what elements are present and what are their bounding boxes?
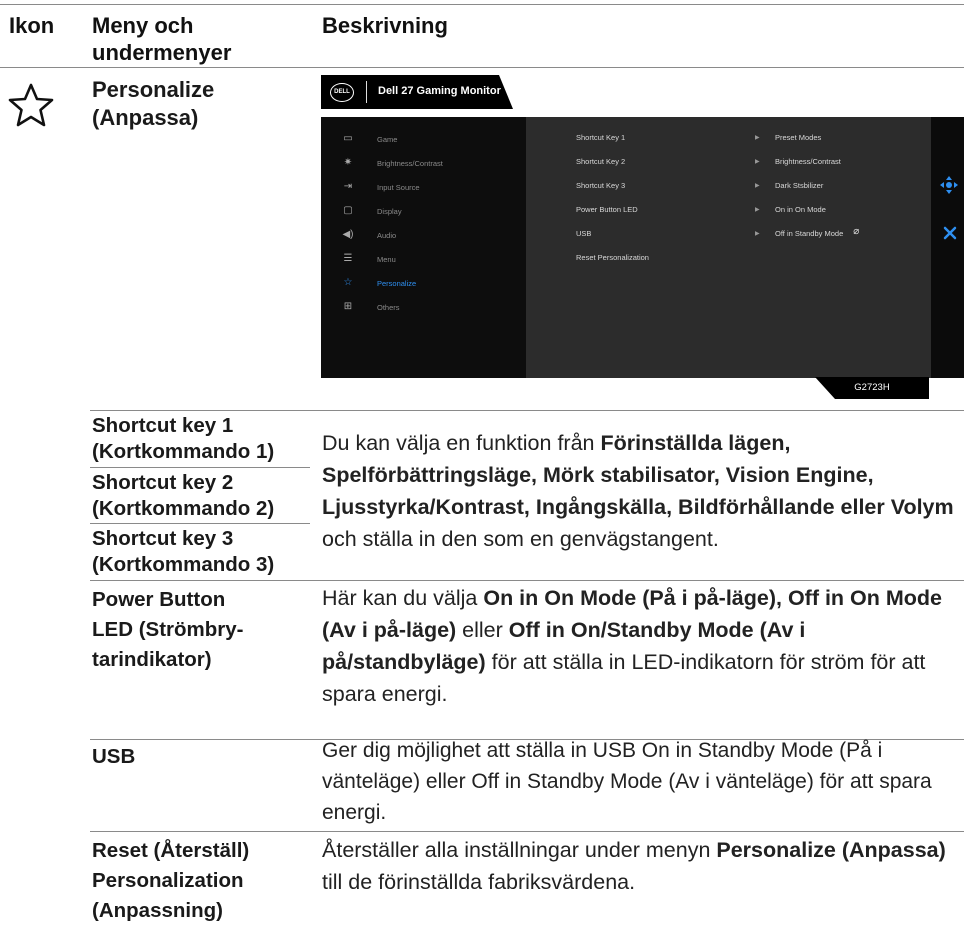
osd-submenu-power-led[interactable]: Power Button LED — [576, 205, 638, 214]
dell-logo: DELL — [330, 83, 354, 102]
usb-description: Ger dig möjlighet att ställa in USB On i… — [322, 739, 932, 824]
menu-icon: ☰ — [343, 253, 353, 264]
shortcut-description: Du kan välja en funktion från Förinställ… — [322, 431, 954, 551]
osd-menu-item-personalize[interactable]: ☆ Personalize — [340, 277, 417, 289]
power-button-led-description: Här kan du välja On in On Mode (På i på-… — [322, 586, 943, 706]
osd-menu-item-brightness[interactable]: ✷ Brightness/Contrast — [340, 157, 443, 169]
audio-icon: ◀) — [342, 229, 354, 240]
row-rule — [90, 523, 310, 524]
power-button-led-label: Power Button LED (Strömbry- tarindikator… — [92, 588, 244, 671]
shortcut-key-3-label: Shortcut key 3 (Kortkommando 3) — [92, 527, 275, 576]
row-rule — [90, 410, 964, 411]
star-icon: ☆ — [343, 277, 353, 288]
game-icon: ▭ — [343, 133, 353, 144]
power-off-icon: ⌀ — [853, 226, 860, 237]
osd-menu-item-others[interactable]: ⊞ Others — [340, 301, 400, 313]
row-rule — [90, 467, 310, 468]
osd-submenu-shortcut-key-3[interactable]: Shortcut Key 3 — [576, 181, 625, 190]
star-outline-icon — [8, 82, 54, 128]
osd-nav-panel — [931, 117, 964, 378]
shortcut-key-1-label: Shortcut key 1 (Kortkommando 1) — [92, 414, 275, 463]
chevron-right-icon: ▶ — [755, 159, 760, 165]
header-menu: Meny och undermenyer — [92, 13, 232, 65]
joystick-navigate-icon[interactable] — [940, 176, 958, 199]
usb-label: USB — [92, 745, 136, 768]
chevron-right-icon: ▶ — [755, 183, 760, 189]
input-source-icon: ⇥ — [343, 181, 353, 192]
row-rule — [90, 831, 964, 832]
osd-submenu-reset[interactable]: Reset Personalization — [576, 253, 649, 262]
osd-value-shortcut-3: Dark Stsbilizer — [775, 181, 824, 190]
osd-menu-item-input-source[interactable]: ⇥ Input Source — [340, 181, 420, 193]
header-rule — [0, 67, 964, 68]
chevron-right-icon: ▶ — [755, 231, 760, 237]
chevron-right-icon: ▶ — [755, 135, 760, 141]
osd-value-shortcut-2: Brightness/Contrast — [775, 157, 841, 166]
osd-separator — [366, 81, 367, 103]
reset-personalization-description: Återställer alla inställningar under men… — [322, 838, 946, 894]
brightness-icon: ✷ — [343, 157, 353, 168]
osd-value-usb: Off in Standby Mode — [775, 229, 844, 238]
osd-submenu-shortcut-key-1[interactable]: Shortcut Key 1 — [576, 133, 625, 142]
personalize-title: Personalize (Anpassa) — [92, 77, 215, 130]
osd-submenu-usb[interactable]: USB — [576, 229, 591, 238]
osd-submenu-shortcut-key-2[interactable]: Shortcut Key 2 — [576, 157, 625, 166]
shortcut-key-2-label: Shortcut key 2 (Kortkommando 2) — [92, 471, 275, 520]
display-icon: ▢ — [343, 205, 353, 216]
model-badge: G2723H — [815, 377, 929, 399]
header-icon: Ikon — [9, 13, 55, 38]
osd-value-power-led: On in On Mode — [775, 205, 826, 214]
osd-menu-item-game[interactable]: ▭ Game — [340, 133, 397, 145]
osd-menu-item-menu[interactable]: ☰ Menu — [340, 253, 396, 265]
chevron-right-icon: ▶ — [755, 207, 760, 213]
close-icon[interactable] — [943, 226, 957, 245]
others-icon: ⊞ — [343, 301, 353, 312]
row-rule — [90, 580, 964, 581]
header-description: Beskrivning — [322, 13, 448, 38]
osd-menu-item-display[interactable]: ▢ Display — [340, 205, 401, 217]
osd-title: Dell 27 Gaming Monitor — [378, 85, 501, 97]
table-top-rule — [0, 4, 964, 5]
osd-value-shortcut-1: Preset Modes — [775, 133, 822, 142]
reset-personalization-label: Reset (Återställ) Personalization (Anpas… — [92, 839, 250, 922]
osd-menu-item-audio[interactable]: ◀) Audio — [340, 229, 396, 241]
